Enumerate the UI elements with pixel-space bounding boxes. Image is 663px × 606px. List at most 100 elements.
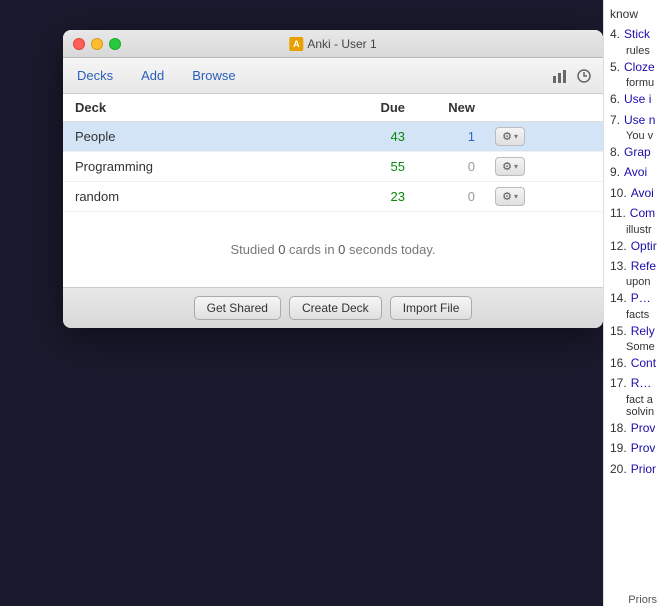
footer: Get Shared Create Deck Import File — [63, 288, 603, 328]
decks-button[interactable]: Decks — [73, 68, 117, 83]
list-link-10[interactable]: Avoi — [631, 183, 654, 203]
list-item-4: 4. Stick — [610, 24, 657, 44]
list-item: know — [610, 4, 657, 24]
list-link-15[interactable]: Rely — [631, 321, 655, 341]
gear-icon: ⚙ — [502, 130, 512, 143]
column-new-header: New — [405, 100, 475, 115]
add-button[interactable]: Add — [137, 68, 168, 83]
close-button[interactable] — [73, 38, 85, 50]
list-link-18[interactable]: Prov — [631, 418, 656, 438]
status-area: Studied 0 cards in 0 seconds today. — [63, 212, 603, 287]
list-text-17b: solvin — [610, 406, 657, 418]
list-item-17: 17. Redu — [610, 373, 657, 393]
deck-row-programming[interactable]: Programming 55 0 ⚙ ▾ — [63, 152, 603, 182]
status-text1: Studied — [230, 242, 278, 257]
anki-icon: A — [289, 37, 303, 51]
gear-button-random[interactable]: ⚙ ▾ — [495, 187, 525, 206]
list-item-10: 10. Avoi — [610, 183, 657, 203]
list-link-16[interactable]: Cont — [631, 353, 656, 373]
list-item-7: 7. Use n — [610, 110, 657, 130]
deck-name-people: People — [75, 129, 335, 144]
list-link-17[interactable]: Redu — [631, 373, 657, 393]
toolbar: Decks Add Browse — [63, 58, 603, 94]
list-item-11: 11. Com — [610, 203, 657, 223]
deck-row-random[interactable]: random 23 0 ⚙ ▾ — [63, 182, 603, 212]
list-link-9[interactable]: Avoi — [624, 162, 647, 182]
column-deck-header: Deck — [75, 100, 335, 115]
deck-new-programming: 0 — [405, 159, 475, 174]
list-item-15: 15. Rely — [610, 321, 657, 341]
table-header: Deck Due New — [63, 94, 603, 122]
minimize-button[interactable] — [91, 38, 103, 50]
list-text-15: Some — [610, 341, 657, 353]
right-panel: know 4. Stick rules 5. Cloze formu 6. Us… — [603, 0, 663, 606]
list-text-13: upon — [610, 276, 657, 288]
deck-due-random: 23 — [335, 189, 405, 204]
list-item-9: 9. Avoi — [610, 162, 657, 182]
status-text3: seconds today. — [345, 242, 435, 257]
deck-due-people: 43 — [335, 129, 405, 144]
list-link-5[interactable]: Cloze — [624, 57, 655, 77]
maximize-button[interactable] — [109, 38, 121, 50]
deck-action-programming: ⚙ ▾ — [475, 157, 525, 176]
deck-new-people: 1 — [405, 129, 475, 144]
list-item-14: 14. Perso — [610, 288, 657, 308]
chevron-down-icon: ▾ — [514, 192, 518, 201]
deck-name-programming: Programming — [75, 159, 335, 174]
list-item-8: 8. Grap — [610, 142, 657, 162]
list-text-11: illustr — [610, 224, 657, 236]
list-item-5: 5. Cloze — [610, 57, 657, 77]
window-title-text: Anki - User 1 — [307, 37, 376, 51]
gear-icon: ⚙ — [502, 190, 512, 203]
toolbar-right — [551, 67, 593, 85]
deck-name-random: random — [75, 189, 335, 204]
list-item-19: 19. Prov — [610, 438, 657, 458]
titlebar: A Anki - User 1 — [63, 30, 603, 58]
content-area: Deck Due New People 43 1 ⚙ ▾ Progra — [63, 94, 603, 287]
deck-row-people[interactable]: People 43 1 ⚙ ▾ — [63, 122, 603, 152]
window-title: A Anki - User 1 — [289, 37, 376, 51]
list-text-4: rules — [610, 45, 657, 57]
deck-action-random: ⚙ ▾ — [475, 187, 525, 206]
list-text-17: fact a — [610, 394, 657, 406]
get-shared-button[interactable]: Get Shared — [194, 296, 281, 320]
list-link-14[interactable]: Perso — [631, 288, 657, 308]
deck-new-random: 0 — [405, 189, 475, 204]
list-item-12: 12. Optir — [610, 236, 657, 256]
window-area: A Anki - User 1 Decks Add Browse — [63, 30, 603, 460]
traffic-lights — [73, 38, 121, 50]
browse-button[interactable]: Browse — [188, 68, 239, 83]
list-link-20[interactable]: Prior — [631, 459, 656, 479]
list-text-5: formu — [610, 77, 657, 89]
list-link-4[interactable]: Stick — [624, 24, 650, 44]
list-link-19[interactable]: Prov — [631, 438, 656, 458]
list-text-14: facts — [610, 309, 657, 321]
stats-icon[interactable] — [551, 67, 569, 85]
gear-button-programming[interactable]: ⚙ ▾ — [495, 157, 525, 176]
list-link-8[interactable]: Grap — [624, 142, 651, 162]
list-item-20: 20. Prior — [610, 459, 657, 479]
gear-button-people[interactable]: ⚙ ▾ — [495, 127, 525, 146]
list-link-6[interactable]: Use i — [624, 89, 651, 109]
chevron-down-icon: ▾ — [514, 132, 518, 141]
chevron-down-icon: ▾ — [514, 162, 518, 171]
status-text2: cards in — [285, 242, 338, 257]
sync-icon[interactable] — [575, 67, 593, 85]
left-background — [0, 0, 63, 606]
list-text-7: You v — [610, 130, 657, 142]
deck-action-people: ⚙ ▾ — [475, 127, 525, 146]
gear-icon: ⚙ — [502, 160, 512, 173]
list-link-7[interactable]: Use n — [624, 110, 655, 130]
list-item-6: 6. Use i — [610, 89, 657, 109]
list-link-13[interactable]: Refe — [631, 256, 656, 276]
list-item-13: 13. Refe — [610, 256, 657, 276]
list-item-18: 18. Prov — [610, 418, 657, 438]
create-deck-button[interactable]: Create Deck — [289, 296, 382, 320]
priors-label: Priors — [628, 594, 657, 606]
list-link-11[interactable]: Com — [630, 203, 655, 223]
deck-due-programming: 55 — [335, 159, 405, 174]
column-due-header: Due — [335, 100, 405, 115]
list-item-16: 16. Cont — [610, 353, 657, 373]
list-link-12[interactable]: Optir — [631, 236, 657, 256]
import-file-button[interactable]: Import File — [390, 296, 473, 320]
